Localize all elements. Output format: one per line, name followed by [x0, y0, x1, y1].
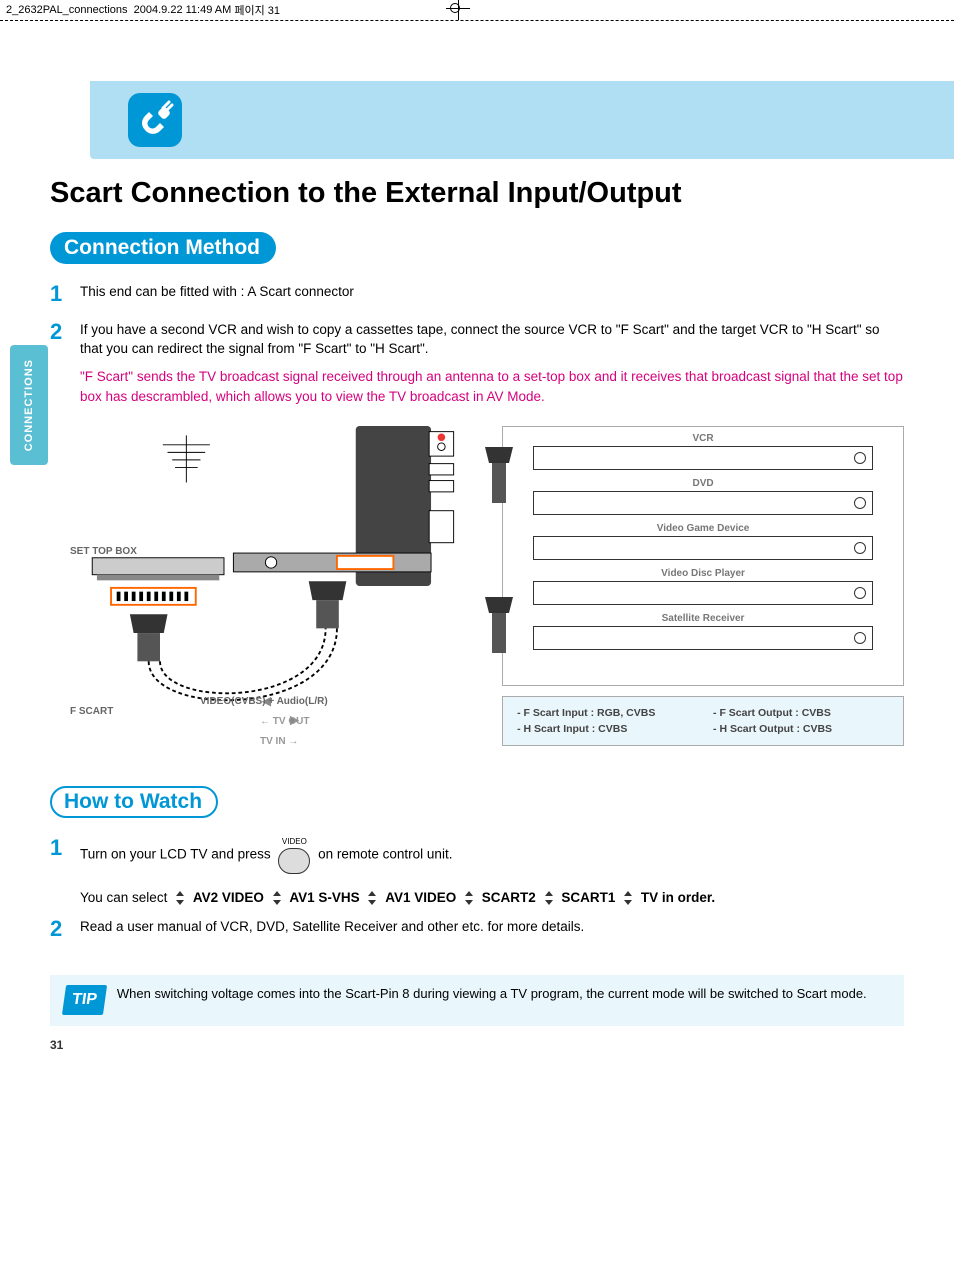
device-icon	[533, 626, 873, 650]
device-label: Video Game Device	[511, 523, 895, 534]
watch-step2: Read a user manual of VCR, DVD, Satellit…	[80, 917, 904, 945]
tip-badge: TIP	[62, 985, 107, 1015]
step-number-1: 1	[50, 278, 80, 310]
device-label: VCR	[511, 433, 895, 444]
top-banner	[90, 81, 954, 159]
diagram-label-settopbox: SET TOP BOX	[70, 546, 137, 557]
updown-arrow-icon	[365, 891, 379, 905]
tip-box: TIP When switching voltage comes into th…	[50, 975, 904, 1025]
tvin-arrow: →	[288, 736, 298, 747]
spec-h-out: - H Scart Output : CVBS	[713, 723, 889, 735]
watch-step1-line: Turn on your LCD TV and press VIDEO on r…	[80, 836, 904, 874]
page-number: 31	[50, 1038, 63, 1052]
section-heading-howtowatch: How to Watch	[50, 786, 218, 818]
tvin-text: TV IN	[260, 736, 286, 747]
connection-diagram: SET TOP BOX F SCART VIDEO(CVBS) + Audio(…	[50, 426, 904, 746]
remote-button-icon	[278, 848, 310, 874]
updown-arrow-icon	[462, 891, 476, 905]
device-icon	[533, 536, 873, 560]
device-label: Video Disc Player	[511, 568, 895, 579]
select-item: SCART1	[561, 890, 615, 905]
page-title: Scart Connection to the External Input/O…	[50, 177, 904, 210]
device-icon	[533, 491, 873, 515]
tvout-text: TV OUT	[273, 716, 310, 727]
side-tab: CONNECTIONS	[10, 345, 48, 465]
step-number-2: 2	[50, 316, 80, 406]
plug-icon	[128, 93, 182, 147]
crop-cross-horiz	[446, 8, 470, 9]
device-stack: VCR DVD Video Game Device Video Disc Pla…	[502, 426, 904, 686]
tvout-arrow: ←	[260, 716, 270, 727]
select-item: AV1 S-VHS	[289, 890, 359, 905]
crop-filename: 2_2632PAL_connections	[6, 4, 128, 16]
diagram-label-video: VIDEO(CVBS) + Audio(L/R)	[200, 696, 328, 707]
crop-pagetag: 페이지 31	[234, 2, 280, 18]
spec-h-in: - H Scart Input : CVBS	[517, 723, 693, 735]
step-1-text: This end can be fitted with : A Scart co…	[80, 282, 904, 310]
updown-arrow-icon	[542, 891, 556, 905]
step-row: 1 This end can be fitted with : A Scart …	[50, 282, 904, 310]
diagram-label-tvout: ← TV OUT	[260, 716, 309, 727]
step-row: 1 Turn on your LCD TV and press VIDEO on…	[50, 836, 904, 907]
select-item: AV1 VIDEO	[385, 890, 456, 905]
scart-spec-box: - F Scart Input : RGB, CVBS - F Scart Ou…	[502, 696, 904, 746]
diagram-label-fscart: F SCART	[70, 706, 113, 717]
select-item: TV in order.	[641, 890, 715, 905]
updown-arrow-icon	[173, 891, 187, 905]
spec-f-in: - F Scart Input : RGB, CVBS	[517, 707, 693, 719]
step-2-text-b: "F Scart" sends the TV broadcast signal …	[80, 367, 904, 406]
watch-step1b: on remote control unit.	[318, 847, 452, 862]
device-icon	[533, 446, 873, 470]
select-item: AV2 VIDEO	[193, 890, 264, 905]
select-item: SCART2	[482, 890, 536, 905]
crop-marks-header: 2_2632PAL_connections 2004.9.22 11:49 AM…	[0, 0, 954, 21]
watch-step1a: Turn on your LCD TV and press	[80, 847, 271, 862]
side-tab-label: CONNECTIONS	[23, 359, 35, 451]
diagram-right: VCR DVD Video Game Device Video Disc Pla…	[502, 426, 904, 746]
spec-f-out: - F Scart Output : CVBS	[713, 707, 889, 719]
device-icon	[533, 581, 873, 605]
section-heading-connection: Connection Method	[50, 232, 276, 264]
scart-plug-pair-icon	[485, 447, 513, 657]
watch-select-line: You can select AV2 VIDEO AV1 S-VHS AV1 V…	[80, 888, 904, 908]
step-number-1b: 1	[50, 832, 80, 907]
step-row: 2 Read a user manual of VCR, DVD, Satell…	[50, 917, 904, 945]
updown-arrow-icon	[270, 891, 284, 905]
diagram-label-tvin: TV IN →	[260, 736, 298, 747]
remote-button-label: VIDEO	[274, 836, 314, 848]
device-label: DVD	[511, 478, 895, 489]
crop-cross-vert	[458, 0, 459, 20]
page: CONNECTIONS Scart Connection to the Exte…	[0, 21, 954, 1066]
select-intro: You can select	[80, 890, 167, 905]
tip-text: When switching voltage comes into the Sc…	[117, 985, 867, 1003]
diagram-left: SET TOP BOX F SCART VIDEO(CVBS) + Audio(…	[50, 426, 492, 746]
crop-timestamp: 2004.9.22 11:49 AM	[134, 4, 232, 16]
step-row: 2 If you have a second VCR and wish to c…	[50, 320, 904, 406]
step-number-2b: 2	[50, 913, 80, 945]
device-label: Satellite Receiver	[511, 613, 895, 624]
step-2-text-a: If you have a second VCR and wish to cop…	[80, 320, 904, 359]
updown-arrow-icon	[621, 891, 635, 905]
